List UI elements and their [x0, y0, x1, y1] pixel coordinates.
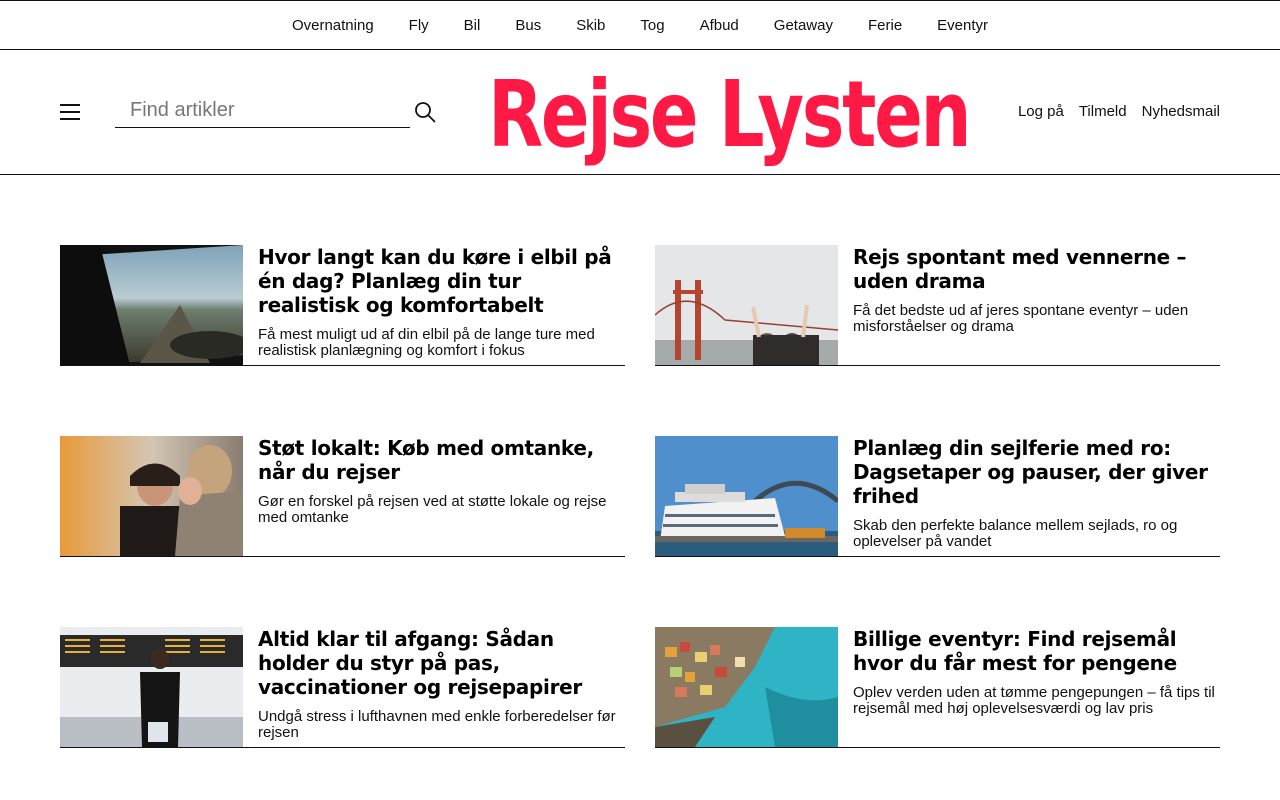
article-card[interactable]: Rejs spontant med vennerne – uden drama …	[655, 245, 1220, 366]
search-icon[interactable]	[414, 101, 436, 123]
newsletter-link[interactable]: Nyhedsmail	[1142, 103, 1220, 120]
article-description: Få det bedste ud af jeres spontane event…	[853, 302, 1189, 335]
nav-item-getaway[interactable]: Getaway	[774, 17, 833, 34]
nav-item-skib[interactable]: Skib	[576, 17, 605, 34]
article-card[interactable]: Billige eventyr: Find rejsemål hvor du f…	[655, 627, 1220, 748]
nav-item-overnatning[interactable]: Overnatning	[292, 17, 374, 34]
article-title[interactable]: Billige eventyr: Find rejsemål hvor du f…	[853, 627, 1220, 675]
nav-item-bus[interactable]: Bus	[515, 17, 541, 34]
golden-gate-friends-photo[interactable]	[655, 245, 838, 365]
nav-item-eventyr[interactable]: Eventyr	[937, 17, 988, 34]
article-card[interactable]: Planlæg din sejlferie med ro: Dagsetaper…	[655, 436, 1220, 557]
article-title[interactable]: Planlæg din sejlferie med ro: Dagsetaper…	[853, 436, 1220, 508]
site-logo[interactable]: Rejse Lysten	[488, 60, 972, 170]
site-header: Rejse Lysten Log på Tilmeld Nyhedsmail	[0, 50, 1280, 175]
article-title[interactable]: Altid klar til afgang: Sådan holder du s…	[258, 627, 625, 699]
search-box	[115, 94, 410, 128]
nav-item-tog[interactable]: Tog	[640, 17, 664, 34]
nav-item-fly[interactable]: Fly	[409, 17, 429, 34]
nav-item-bil[interactable]: Bil	[464, 17, 481, 34]
cinque-terre-coast-photo[interactable]	[655, 627, 838, 747]
nav-item-ferie[interactable]: Ferie	[868, 17, 902, 34]
search-input[interactable]	[115, 94, 410, 127]
nav-item-afbud[interactable]: Afbud	[700, 17, 739, 34]
article-card[interactable]: Støt lokalt: Køb med omtanke, når du rej…	[60, 436, 625, 557]
hamburger-menu-icon[interactable]	[60, 104, 80, 120]
article-title[interactable]: Støt lokalt: Køb med omtanke, når du rej…	[258, 436, 625, 484]
account-links: Log på Tilmeld Nyhedsmail	[1018, 103, 1220, 120]
article-description: Skab den perfekte balance mellem sejlads…	[853, 517, 1178, 550]
article-description: Oplev verden uden at tømme pengepungen –…	[853, 684, 1215, 717]
top-category-nav: Overnatning Fly Bil Bus Skib Tog Afbud G…	[0, 0, 1280, 50]
login-link[interactable]: Log på	[1018, 103, 1064, 120]
article-description: Undgå stress i lufthavnen med enkle forb…	[258, 708, 616, 741]
article-description: Gør en forskel på rejsen ved at støtte l…	[258, 493, 607, 526]
airport-departures-photo[interactable]	[60, 627, 243, 747]
article-card[interactable]: Hvor langt kan du køre i elbil på én dag…	[60, 245, 625, 366]
cruise-ship-sydney-photo[interactable]	[655, 436, 838, 556]
article-title[interactable]: Hvor langt kan du køre i elbil på én dag…	[258, 245, 625, 317]
article-description: Få mest muligt ud af din elbil på de lan…	[258, 326, 595, 359]
article-card[interactable]: Altid klar til afgang: Sådan holder du s…	[60, 627, 625, 748]
article-title[interactable]: Rejs spontant med vennerne – uden drama	[853, 245, 1220, 293]
smiling-friends-photo[interactable]	[60, 436, 243, 556]
car-window-road-photo[interactable]	[60, 245, 243, 365]
signup-link[interactable]: Tilmeld	[1079, 103, 1127, 120]
